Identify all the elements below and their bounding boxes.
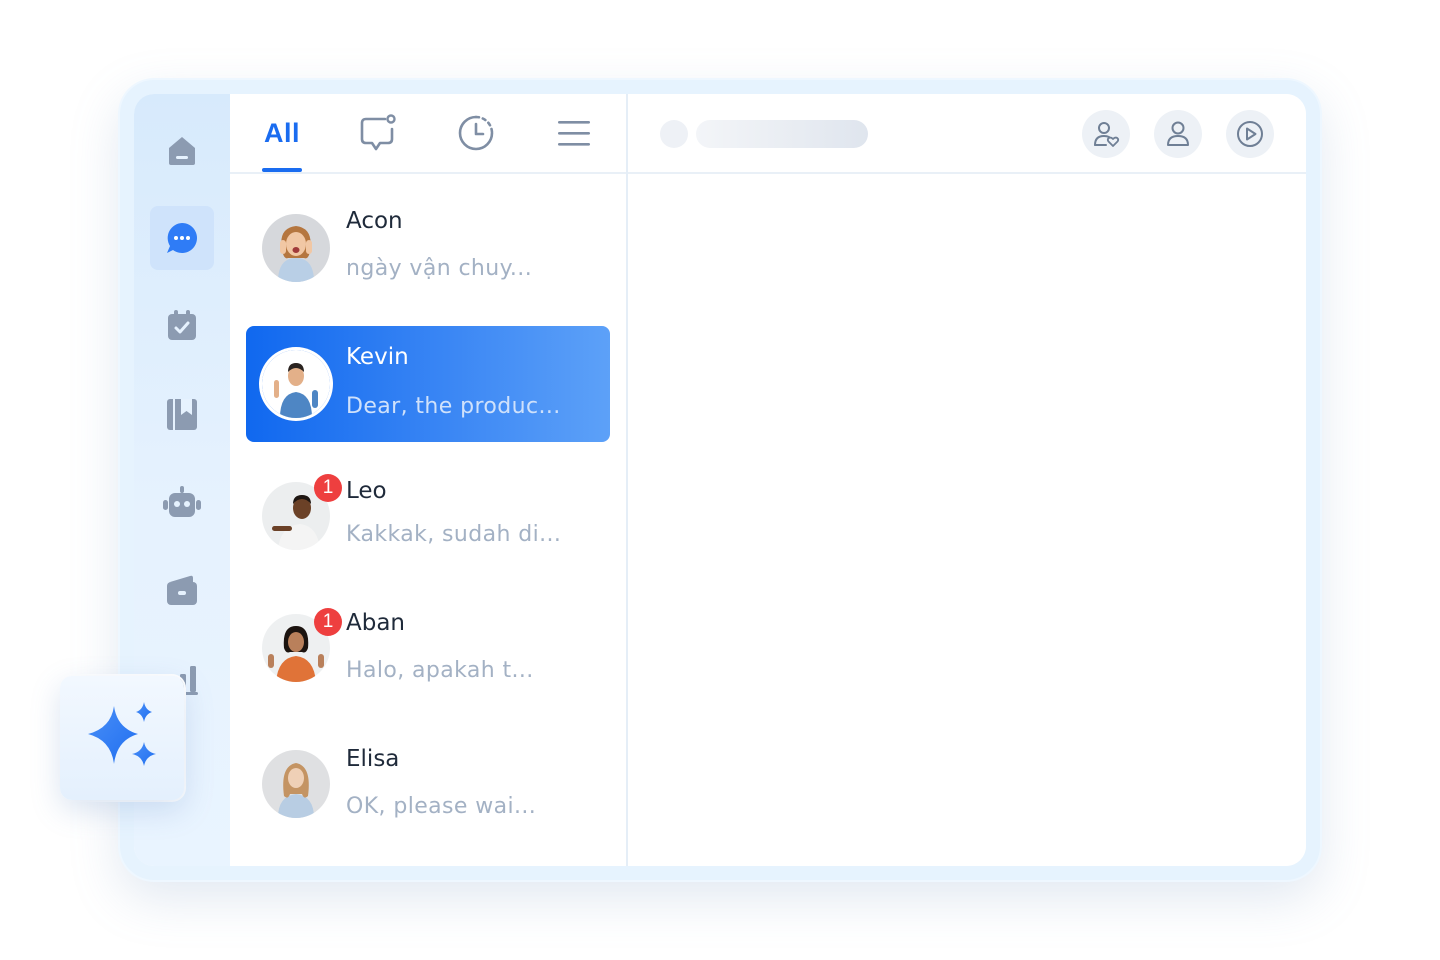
menu-icon [558,121,590,146]
calendar-check-icon [168,310,196,340]
nav-bot[interactable] [150,470,214,534]
app-window: All Acon ngày vận chuy... Kevin Dear, th… [134,94,1306,866]
conversation-name: Elisa [346,746,400,772]
home-icon [169,137,195,165]
ai-assistant-button[interactable] [60,676,184,800]
tab-all-label: All [263,117,300,148]
conversation-preview: Halo, apakah t... [346,658,534,683]
unread-badge: 1 [314,474,342,502]
chat-icon [167,223,197,253]
unread-badge: 1 [314,608,342,636]
follow-contact-button[interactable] [1082,110,1130,158]
contact-avatar-placeholder [660,120,688,148]
message-area [628,174,1306,866]
conversation-item[interactable]: Elisa OK, please wai... [246,730,610,846]
avatar [262,750,330,818]
clock-icon [458,115,494,151]
conversation-list-panel: All Acon ngày vận chuy... Kevin Dear, th… [230,94,628,866]
tab-recent[interactable] [446,94,506,172]
play-button[interactable] [1226,110,1274,158]
conversation-tabs: All [230,94,626,174]
conversation-name: Aban [346,610,406,636]
conversation-preview: OK, please wai... [346,794,537,819]
conversation-name: Leo [346,478,387,504]
user-heart-icon [1094,122,1120,147]
conversation-name: Kevin [346,344,409,370]
bookmark-book-icon [167,399,197,430]
conversation-preview: Kakkak, sudah di... [346,522,562,547]
avatar [262,214,330,282]
conversation-item[interactable]: Acon ngày vận chuy... [246,190,610,306]
conversation-preview: Dear, the produc... [346,394,561,419]
wallet-icon [167,575,197,605]
nav-home[interactable] [150,118,214,182]
play-circle-icon [1237,121,1263,147]
tab-all[interactable]: All [252,94,312,172]
conversation-item[interactable]: 1 Aban Halo, apakah t... [246,594,610,710]
chat-main-panel [628,94,1306,866]
tab-menu[interactable] [544,94,604,172]
user-icon [1167,121,1189,146]
nav-chat[interactable] [150,206,214,270]
conversation-item-selected[interactable]: Kevin Dear, the produc... [246,326,610,442]
tab-unread-messages[interactable] [348,94,408,172]
tab-active-indicator [262,168,302,172]
robot-icon [163,486,201,517]
nav-knowledge[interactable] [150,382,214,446]
conversation-name: Acon [346,208,403,234]
nav-wallet[interactable] [150,558,214,622]
conversation-item[interactable]: 1 Leo Kakkak, sudah di... [246,462,610,578]
contact-profile-button[interactable] [1154,110,1202,158]
chat-header [628,94,1306,174]
conversation-preview: ngày vận chuy... [346,256,533,281]
message-notification-icon [360,114,396,151]
avatar [262,350,330,418]
contact-name-placeholder [696,120,868,148]
nav-tasks[interactable] [150,294,214,358]
sparkles-icon [88,702,156,766]
